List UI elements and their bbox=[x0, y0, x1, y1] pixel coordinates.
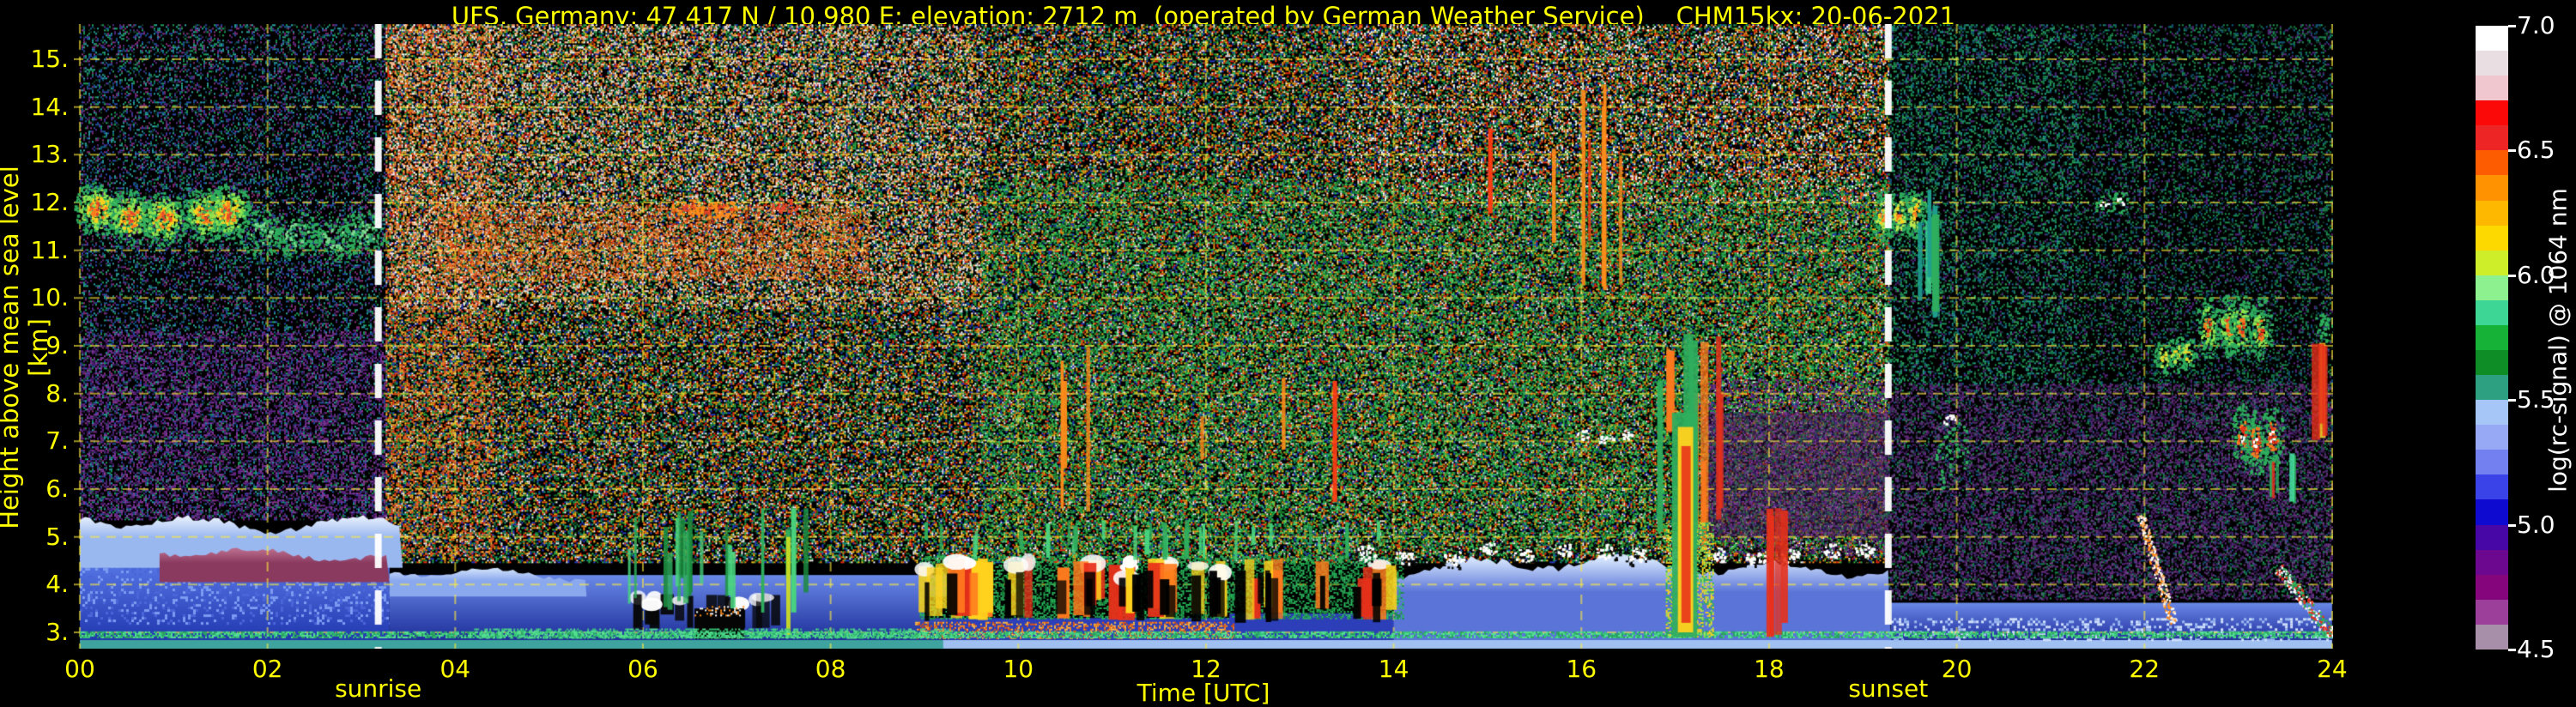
colorbar-step-12 bbox=[2476, 324, 2508, 351]
y-tick-3: 3. bbox=[45, 618, 69, 646]
y-tick-7: 7. bbox=[45, 426, 69, 456]
x-axis-label: Time [UTC] bbox=[1136, 679, 1270, 707]
colorbar-step-24 bbox=[2476, 624, 2508, 650]
y-tick-12: 12. bbox=[30, 188, 69, 216]
colorbar-step-13 bbox=[2476, 350, 2508, 376]
y-tick-5: 5. bbox=[45, 522, 69, 551]
colorbar-step-2 bbox=[2476, 76, 2508, 101]
colorbar-step-8 bbox=[2476, 225, 2508, 251]
colorbar-label: log(rc-signal) @ 1064 nm bbox=[2543, 188, 2573, 492]
colorbar-step-9 bbox=[2476, 250, 2508, 275]
colorbar-tickmark-4.5 bbox=[2508, 649, 2516, 651]
colorbar-tickmark-5.5 bbox=[2508, 399, 2516, 402]
colorbar-tickmark-6.0 bbox=[2508, 274, 2516, 277]
colorbar-step-15 bbox=[2476, 400, 2508, 426]
y-tick-6: 6. bbox=[45, 474, 69, 503]
colorbar-step-1 bbox=[2476, 51, 2508, 76]
colorbar-step-22 bbox=[2476, 574, 2508, 600]
colorbar-step-19 bbox=[2476, 499, 2508, 525]
colorbar-step-23 bbox=[2476, 599, 2508, 625]
colorbar-tickmark-6.5 bbox=[2508, 149, 2516, 153]
colorbar-step-10 bbox=[2476, 275, 2508, 300]
y-tick-14: 14. bbox=[30, 92, 69, 121]
y-tick-10: 10. bbox=[30, 283, 69, 312]
colorbar-step-14 bbox=[2476, 375, 2508, 401]
colorbar-step-5 bbox=[2476, 150, 2508, 176]
colorbar-tickmark-5.0 bbox=[2508, 523, 2516, 527]
colorbar-step-4 bbox=[2476, 125, 2508, 151]
colorbar-tick-7.0: 7.0 bbox=[2517, 11, 2555, 39]
colorbar bbox=[2476, 26, 2508, 650]
colorbar-step-20 bbox=[2476, 524, 2508, 550]
y-tick-8: 8. bbox=[45, 378, 69, 408]
colorbar-step-21 bbox=[2476, 549, 2508, 575]
y-tick-9: 9. bbox=[45, 331, 69, 360]
colorbar-step-16 bbox=[2476, 425, 2508, 450]
y-tick-4: 4. bbox=[45, 570, 69, 599]
colorbar-step-7 bbox=[2476, 200, 2508, 226]
y-tick-13: 13. bbox=[30, 140, 69, 169]
colorbar-step-11 bbox=[2476, 299, 2508, 325]
colorbar-step-18 bbox=[2476, 474, 2508, 500]
ceilometer-quicklook: UFS, Germany; 47.417 N / 10.980 E; eleva… bbox=[0, 0, 2576, 707]
y-tick-11: 11. bbox=[30, 235, 69, 264]
heatmap-canvas bbox=[74, 24, 2333, 649]
colorbar-step-17 bbox=[2476, 450, 2508, 475]
colorbar-step-0 bbox=[2476, 26, 2508, 51]
colorbar-tickmark-7.0 bbox=[2508, 25, 2516, 27]
y-tick-15: 15. bbox=[30, 45, 69, 73]
colorbar-step-6 bbox=[2476, 175, 2508, 201]
colorbar-step-3 bbox=[2476, 100, 2508, 126]
colorbar-tick-4.5: 4.5 bbox=[2517, 635, 2555, 663]
